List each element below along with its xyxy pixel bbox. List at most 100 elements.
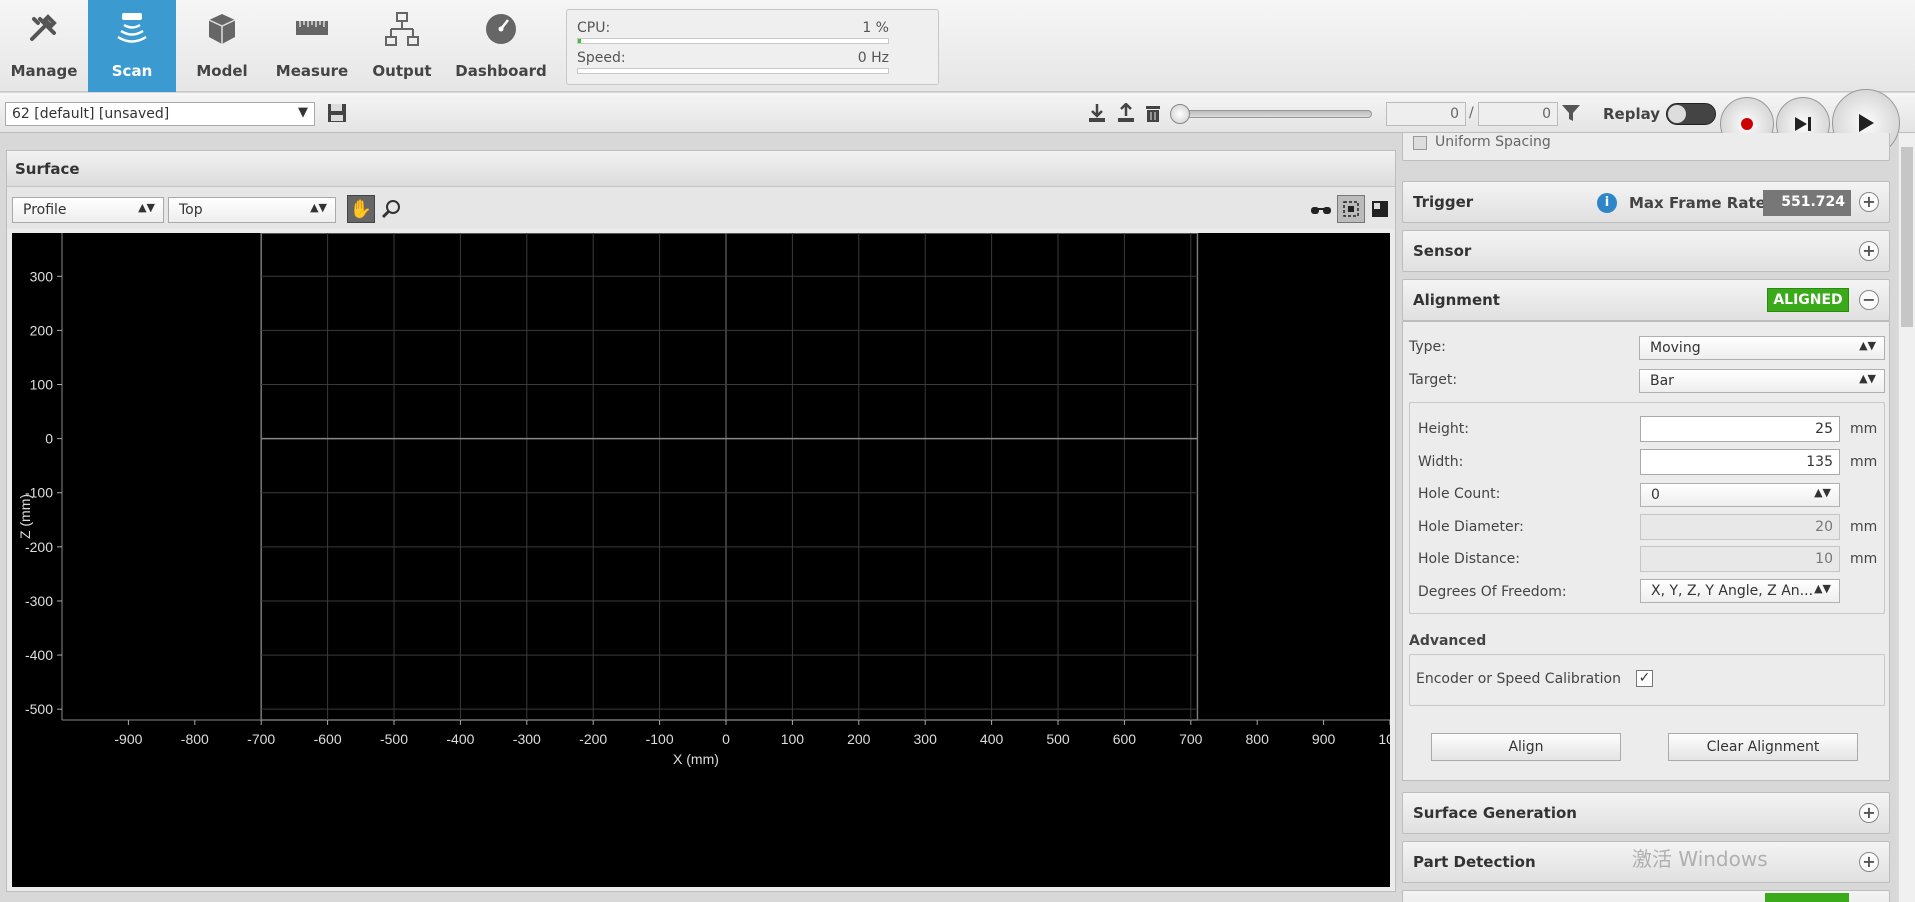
y-axis-label: Z (mm) xyxy=(17,494,33,539)
collapse-icon[interactable]: − xyxy=(1859,290,1879,310)
clear-alignment-button[interactable]: Clear Alignment xyxy=(1668,733,1858,761)
hole-count-label: Hole Count: xyxy=(1418,486,1501,502)
width-input[interactable]: 135 xyxy=(1640,449,1840,475)
spacing-section-partial: Uniform Spacing xyxy=(1402,133,1890,161)
section-title: Sensor xyxy=(1413,242,1472,260)
nav-label: Manage xyxy=(10,62,78,80)
sensor-section[interactable]: Sensor + xyxy=(1402,230,1890,272)
alignment-body: Type: Moving ▲▼ Target: Bar ▲▼ Height: 25 … xyxy=(1402,321,1890,781)
replay-slider[interactable] xyxy=(1174,110,1372,118)
job-name: 62 [default] [unsaved] xyxy=(12,106,170,122)
trigger-section[interactable]: Trigger i Max Frame Rate: 551.724 + xyxy=(1402,181,1890,223)
x-tick-label: 500 xyxy=(1046,731,1070,747)
nav-model[interactable]: Model xyxy=(178,0,266,92)
expand-icon[interactable]: + xyxy=(1859,803,1879,823)
speed-label: Speed: xyxy=(577,50,626,66)
y-tick-label: -300 xyxy=(25,593,53,609)
x-tick-label: -100 xyxy=(646,731,674,747)
view-orientation-value: Top xyxy=(179,202,203,218)
select-arrow-icon: ▲▼ xyxy=(138,201,155,214)
advanced-label: Advanced xyxy=(1409,633,1487,649)
trash-icon[interactable] xyxy=(1141,101,1165,125)
target-label: Target: xyxy=(1409,372,1458,388)
view-mode-select[interactable]: Profile ▲▼ xyxy=(12,197,164,223)
frame-current[interactable]: 0 xyxy=(1386,102,1466,126)
nav-manage[interactable]: Manage xyxy=(0,0,88,92)
x-tick-label: 300 xyxy=(914,731,938,747)
cpu-value: 1 % xyxy=(862,20,889,36)
y-tick-label: 300 xyxy=(30,268,54,284)
glasses-icon[interactable] xyxy=(1307,197,1335,223)
cpu-readout: CPU: 1 % xyxy=(577,20,889,36)
replay-slider-handle[interactable] xyxy=(1170,104,1190,124)
select-arrow-icon: ▲▼ xyxy=(1859,339,1876,352)
height-input[interactable]: 25 xyxy=(1640,416,1840,442)
tools-icon xyxy=(30,14,57,41)
max-frame-rate-value: 551.724 xyxy=(1763,190,1851,216)
frame-total: 0 xyxy=(1478,102,1558,126)
y-tick-label: -500 xyxy=(25,701,53,717)
unit-label: mm xyxy=(1850,551,1878,567)
x-tick-label: 600 xyxy=(1113,731,1137,747)
nav-output[interactable]: Output xyxy=(358,0,446,92)
alignment-section[interactable]: Alignment ALIGNED − xyxy=(1402,279,1890,321)
settings-column: Uniform Spacing Trigger i Max Frame Rate… xyxy=(1402,133,1890,902)
x-axis-label: X (mm) xyxy=(673,751,719,767)
scrollbar-thumb[interactable] xyxy=(1901,147,1913,327)
dof-select[interactable]: X, Y, Z, Y Angle, Z An... ▲▼ xyxy=(1640,579,1840,603)
expand-icon[interactable]: + xyxy=(1859,192,1879,212)
expand-icon[interactable]: + xyxy=(1859,241,1879,261)
field-of-view-box xyxy=(260,232,1199,721)
scrollbar[interactable] xyxy=(1898,133,1915,902)
surface-generation-section[interactable]: Surface Generation + xyxy=(1402,792,1890,834)
x-tick-label: 700 xyxy=(1179,731,1203,747)
speed-value: 0 Hz xyxy=(857,50,889,66)
panel-title: Surface xyxy=(7,151,1395,187)
unit-label: mm xyxy=(1850,421,1878,437)
advanced-group: Encoder or Speed Calibration ✓ xyxy=(1409,654,1885,706)
type-value: Moving xyxy=(1650,340,1701,356)
save-icon[interactable] xyxy=(325,101,349,125)
target-select[interactable]: Bar ▲▼ xyxy=(1639,369,1885,393)
pan-tool-icon[interactable]: ✋ xyxy=(347,195,375,223)
type-select[interactable]: Moving ▲▼ xyxy=(1639,336,1885,360)
replay-toggle[interactable] xyxy=(1666,103,1716,125)
dof-label: Degrees Of Freedom: xyxy=(1418,584,1567,600)
profile-chart: 300 200 100 0 -100 -200 -300 -400 -500 -900 -800 -7… xyxy=(17,232,1402,767)
expand-icon[interactable]: + xyxy=(1859,852,1879,872)
dof-value: X, Y, Z, Y Angle, Z An... xyxy=(1651,583,1814,599)
windows-activation-watermark: 激活 Windows xyxy=(1632,847,1768,871)
encoder-calibration-label: Encoder or Speed Calibration xyxy=(1416,671,1621,687)
zoom-tool-icon[interactable] xyxy=(377,195,405,223)
fit-view-icon[interactable] xyxy=(1337,195,1365,223)
layout-icon[interactable] xyxy=(1367,195,1393,223)
section-title: Alignment xyxy=(1413,291,1500,309)
hole-count-select[interactable]: 0 ▲▼ xyxy=(1640,483,1840,507)
unit-label: mm xyxy=(1850,519,1878,535)
cpu-bar xyxy=(577,38,889,44)
nav-dashboard[interactable]: Dashboard xyxy=(452,0,550,92)
nav-scan[interactable]: Scan xyxy=(88,0,176,92)
height-label: Height: xyxy=(1418,421,1469,437)
x-tick-label: -500 xyxy=(380,731,408,747)
profile-plot[interactable]: 300 200 100 0 -100 -200 -300 -400 -500 -900 -800 -7… xyxy=(12,232,1402,887)
encoder-calibration-checkbox[interactable]: ✓ xyxy=(1636,670,1653,687)
view-mode-value: Profile xyxy=(23,202,67,218)
download-icon[interactable] xyxy=(1085,101,1109,125)
align-button[interactable]: Align xyxy=(1431,733,1621,761)
x-tick-label: 400 xyxy=(980,731,1004,747)
y-tick-label: -200 xyxy=(25,539,53,555)
type-label: Type: xyxy=(1409,339,1446,355)
target-value: Bar xyxy=(1650,373,1674,389)
width-label: Width: xyxy=(1418,454,1464,470)
info-icon[interactable]: i xyxy=(1597,193,1617,213)
nav-label: Dashboard xyxy=(455,62,547,80)
upload-icon[interactable] xyxy=(1114,101,1138,125)
job-select[interactable]: 62 [default] [unsaved] ▼ xyxy=(5,102,315,126)
checkbox[interactable] xyxy=(1413,136,1427,150)
nav-label: Model xyxy=(196,62,248,80)
hole-count-value: 0 xyxy=(1651,487,1660,503)
filter-icon[interactable] xyxy=(1559,101,1583,125)
view-orientation-select[interactable]: Top ▲▼ xyxy=(168,197,336,223)
nav-measure[interactable]: Measure xyxy=(268,0,356,92)
